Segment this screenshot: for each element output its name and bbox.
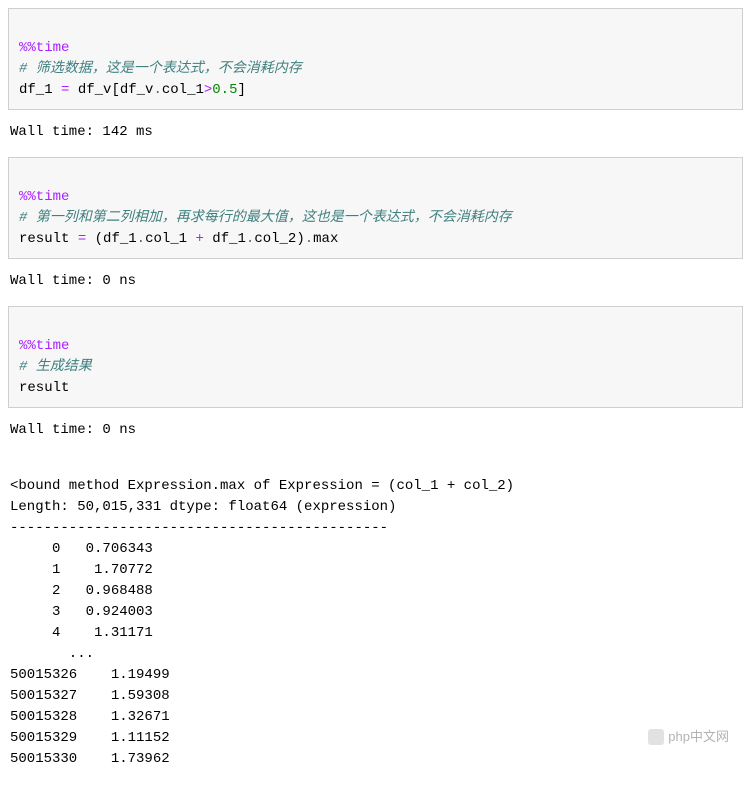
code-line: result bbox=[19, 380, 69, 396]
code-comment: # 筛选数据，这是一个表达式，不会消耗内存 bbox=[19, 61, 302, 77]
magic-directive: %%time bbox=[19, 40, 69, 56]
code-line: result = (df_1.col_1 + df_1.col_2).max bbox=[19, 231, 338, 247]
code-line: df_1 = df_v[df_v.col_1>0.5] bbox=[19, 82, 246, 98]
output-line: <bound method Expression.max of Expressi… bbox=[10, 478, 514, 494]
magic-directive: %%time bbox=[19, 338, 69, 354]
table-row: 50015327 1.59308 bbox=[10, 688, 170, 704]
code-cell-1: %%time # 筛选数据，这是一个表达式，不会消耗内存 df_1 = df_v… bbox=[8, 8, 743, 110]
output-line: Length: 50,015,331 dtype: float64 (expre… bbox=[10, 499, 396, 515]
table-row: 50015328 1.32671 bbox=[10, 709, 170, 725]
table-row: 50015330 1.73962 bbox=[10, 751, 170, 767]
table-row: 3 0.924003 bbox=[10, 604, 153, 620]
table-row: 50015329 1.11152 bbox=[10, 730, 170, 746]
code-cell-2: %%time # 第一列和第二列相加，再求每行的最大值，这也是一个表达式，不会消… bbox=[8, 157, 743, 259]
expression-output: <bound method Expression.max of Expressi… bbox=[8, 455, 743, 784]
code-comment: # 生成结果 bbox=[19, 359, 92, 375]
table-row: 50015326 1.19499 bbox=[10, 667, 170, 683]
php-logo-icon bbox=[648, 729, 664, 745]
table-row: 0 0.706343 bbox=[10, 541, 153, 557]
table-ellipsis: ... bbox=[10, 646, 153, 662]
table-row: 2 0.968488 bbox=[10, 583, 153, 599]
code-cell-3: %%time # 生成结果 result bbox=[8, 306, 743, 408]
table-row: 1 1.70772 bbox=[10, 562, 153, 578]
wall-time-output: Wall time: 142 ms bbox=[8, 118, 743, 157]
wall-time-output: Wall time: 0 ns bbox=[8, 416, 743, 455]
output-dashes: ----------------------------------------… bbox=[10, 520, 388, 536]
watermark: php中文网 bbox=[648, 727, 729, 747]
wall-time-output: Wall time: 0 ns bbox=[8, 267, 743, 306]
code-comment: # 第一列和第二列相加，再求每行的最大值，这也是一个表达式，不会消耗内存 bbox=[19, 210, 512, 226]
table-row: 4 1.31171 bbox=[10, 625, 153, 641]
magic-directive: %%time bbox=[19, 189, 69, 205]
